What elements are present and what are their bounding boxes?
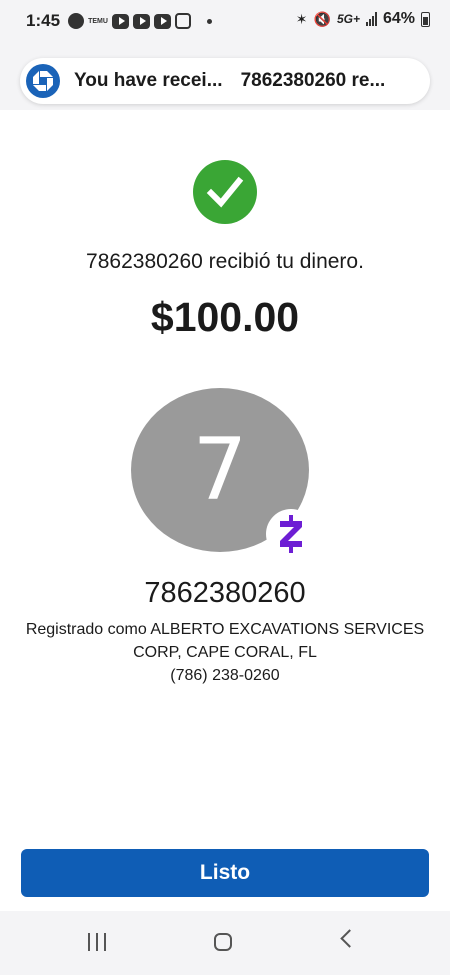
home-icon[interactable] — [214, 933, 232, 951]
temu-icon: TEMU — [88, 14, 108, 29]
status-time: 1:45 — [26, 11, 61, 30]
youtube-icon — [154, 13, 171, 29]
recipient-name: 7862380260 — [144, 577, 306, 609]
signal-icon — [365, 12, 377, 26]
notification-icons: TEMU — [68, 12, 212, 30]
notification-banner[interactable]: You have recei... 7862380260 re... — [20, 58, 430, 104]
chase-icon — [68, 13, 84, 29]
success-check-icon — [193, 160, 257, 224]
battery-icon — [421, 11, 430, 27]
done-button[interactable]: Listo — [21, 849, 429, 897]
status-right: ✶ 🔇 5G+ 64% — [296, 10, 430, 28]
recipient-details: Registrado como ALBERTO EXCAVATIONS SERV… — [0, 618, 450, 687]
more-notifications-dot — [207, 18, 212, 24]
avatar-initial: 7 — [192, 420, 248, 520]
notification-body: 7862380260 re... — [240, 70, 386, 91]
youtube-icon — [133, 13, 150, 29]
recipient-phone: (786) 238-0260 — [170, 667, 280, 684]
battery-percent: 64% — [382, 10, 415, 27]
recent-apps-icon[interactable] — [88, 933, 106, 951]
amount-sent: $100.00 — [150, 294, 300, 340]
registered-line-1: Registrado como ALBERTO EXCAVATIONS SERV… — [25, 621, 425, 638]
bluetooth-icon: ✶ — [295, 10, 308, 27]
temu-label: TEMU — [88, 17, 108, 25]
youtube-icon — [112, 13, 129, 29]
network-type: 5G+ — [336, 12, 360, 26]
instagram-icon — [175, 13, 191, 29]
notification-area: You have recei... 7862380260 re... — [0, 44, 450, 110]
mute-icon: 🔇 — [313, 10, 331, 27]
navigation-bar — [0, 911, 450, 975]
chase-logo-icon — [26, 64, 60, 98]
back-icon[interactable] — [340, 929, 359, 948]
registered-line-2: CORP, CAPE CORAL, FL — [133, 644, 317, 661]
status-bar: 1:45 TEMU ✶ 🔇 5G+ 64% — [0, 0, 450, 44]
notification-title: You have recei... — [74, 70, 223, 91]
confirmation-message: 7862380260 recibió tu dinero. — [86, 250, 364, 273]
zelle-icon — [266, 509, 316, 559]
